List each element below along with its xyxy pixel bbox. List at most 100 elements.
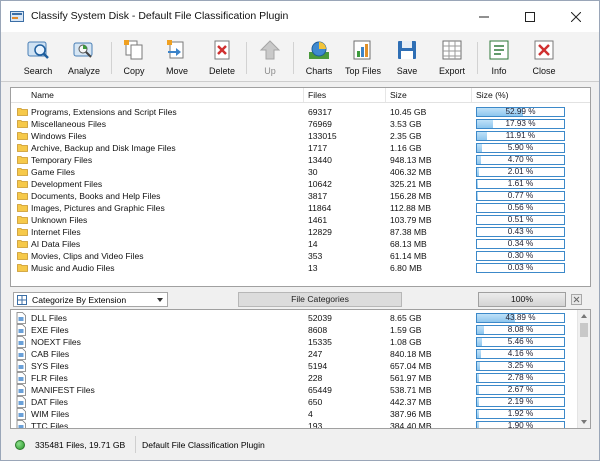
copy-button[interactable]: Copy: [120, 38, 148, 82]
close-panel-button[interactable]: [571, 294, 582, 305]
size-percent-bar: 0.30 %: [476, 251, 565, 261]
save-button[interactable]: Save: [394, 38, 420, 82]
size-percent-label: 0.30 %: [507, 251, 534, 260]
name-cell: Music and Audio Files: [31, 263, 115, 273]
files-cell: 13440: [308, 155, 332, 165]
maximize-icon: [525, 11, 535, 22]
size-cell: 840.18 MB: [390, 349, 432, 359]
category-row[interactable]: Development Files 10642 325.21 MB 1.61 %: [11, 178, 590, 190]
size-cell: 2.35 GB: [390, 131, 422, 141]
size-cell: 442.37 MB: [390, 397, 432, 407]
name-cell: SYS Files: [31, 361, 69, 371]
scroll-down-arrow-icon[interactable]: [581, 420, 587, 424]
size-percent-bar: 5.46 %: [476, 337, 565, 347]
name-cell: AI Data Files: [31, 239, 81, 249]
size-percent-label: 17.93 %: [505, 119, 536, 128]
main-window: Classify System Disk - Default File Clas…: [0, 0, 600, 461]
window-close-button[interactable]: [553, 1, 599, 32]
analyze-button[interactable]: Analyze: [65, 38, 103, 82]
folder-icon: [17, 215, 28, 224]
extension-row[interactable]: WIM Files 4 387.96 MB 1.92 %: [11, 408, 590, 420]
category-row[interactable]: Documents, Books and Help Files 3817 156.2…: [11, 190, 590, 202]
size-cell: 657.04 MB: [390, 361, 432, 371]
info-button[interactable]: Info: [486, 38, 512, 82]
scroll-up-arrow-icon[interactable]: [581, 314, 587, 318]
categories-table[interactable]: Name Files Size Size (%) Programs, Exten…: [10, 87, 591, 287]
status-bar: 335481 Files, 19.71 GB Default File Clas…: [1, 431, 599, 460]
size-cell: 3.53 GB: [390, 119, 422, 129]
extension-row[interactable]: NOEXT Files 15335 1.08 GB 5.46 %: [11, 336, 590, 348]
size-percent-bar: 0.34 %: [476, 239, 565, 249]
name-cell: Documents, Books and Help Files: [31, 191, 161, 201]
category-row[interactable]: Movies, Clips and Video Files 353 61.14 MB…: [11, 250, 590, 262]
category-row[interactable]: AI Data Files 14 68.13 MB 0.34 %: [11, 238, 590, 250]
category-row[interactable]: Music and Audio Files 13 6.80 MB 0.03 %: [11, 262, 590, 274]
size-percent-label: 0.77 %: [507, 191, 534, 200]
extension-row[interactable]: EXE Files 8608 1.59 GB 8.08 %: [11, 324, 590, 336]
name-cell: Unknown Files: [31, 215, 88, 225]
column-header-name[interactable]: Name: [31, 90, 54, 100]
category-row[interactable]: Archive, Backup and Disk Image Files 1717…: [11, 142, 590, 154]
files-cell: 1461: [308, 215, 328, 225]
size-percent-label: 52.99 %: [505, 107, 536, 116]
folder-icon: [17, 107, 28, 116]
category-row[interactable]: Programs, Extensions and Script Files 693…: [11, 106, 590, 118]
category-row[interactable]: Temporary Files 13440 948.13 MB 4.70 %: [11, 154, 590, 166]
category-row[interactable]: Images, Pictures and Graphic Files 11864 1…: [11, 202, 590, 214]
files-cell: 4: [308, 409, 313, 419]
move-button[interactable]: Move: [163, 38, 191, 82]
close-x-icon: [573, 296, 580, 303]
file-categories-button[interactable]: File Categories: [238, 292, 402, 307]
size-percent-bar: 11.91 %: [476, 131, 565, 141]
vertical-scrollbar[interactable]: [577, 310, 590, 428]
delete-button[interactable]: Delete: [207, 38, 237, 82]
size-percent-bar: 4.70 %: [476, 155, 565, 165]
category-row[interactable]: Internet Files 12829 87.38 MB 0.43 %: [11, 226, 590, 238]
save-icon: [398, 41, 416, 59]
name-cell: DLL Files: [31, 313, 67, 323]
close-button[interactable]: Close: [530, 38, 558, 82]
category-row[interactable]: Windows Files 133015 2.35 GB 11.91 %: [11, 130, 590, 142]
extensions-table[interactable]: DLL Files 52039 8.65 GB 43.89 % EXE Files 860…: [10, 309, 591, 429]
status-ok-icon: [15, 440, 25, 450]
size-percent-bar: 0.51 %: [476, 215, 565, 225]
size-percent-label: 0.03 %: [507, 263, 534, 272]
extension-row[interactable]: CAB Files 247 840.18 MB 4.16 %: [11, 348, 590, 360]
size-cell: 8.65 GB: [390, 313, 422, 323]
files-cell: 13: [308, 263, 318, 273]
export-button[interactable]: Export: [437, 38, 467, 82]
size-percent-bar: 43.89 %: [476, 313, 565, 323]
extension-row[interactable]: MANIFEST Files 65449 538.71 MB 2.67 %: [11, 384, 590, 396]
maximize-button[interactable]: [507, 1, 553, 32]
size-cell: 1.59 GB: [390, 325, 422, 335]
window-title: Classify System Disk - Default File Clas…: [31, 10, 289, 22]
extension-row[interactable]: TTC Files 193 384.40 MB 1.90 %: [11, 420, 590, 428]
category-row[interactable]: Unknown Files 1461 103.79 MB 0.51 %: [11, 214, 590, 226]
search-icon: [27, 41, 49, 59]
top-files-button[interactable]: Top Files: [345, 38, 381, 82]
size-percent-bar: 0.43 %: [476, 227, 565, 237]
files-cell: 3817: [308, 191, 328, 201]
column-header-size-pct[interactable]: Size (%): [476, 90, 508, 100]
charts-button[interactable]: Charts: [303, 38, 335, 82]
extension-row[interactable]: DLL Files 52039 8.65 GB 43.89 %: [11, 312, 590, 324]
name-cell: Development Files: [31, 179, 103, 189]
up-button[interactable]: Up: [255, 38, 285, 82]
column-header-size[interactable]: Size: [390, 90, 407, 100]
extension-row[interactable]: FLR Files 228 561.97 MB 2.78 %: [11, 372, 590, 384]
size-cell: 1.08 GB: [390, 337, 422, 347]
files-cell: 14: [308, 239, 318, 249]
extension-row[interactable]: SYS Files 5194 657.04 MB 3.25 %: [11, 360, 590, 372]
extension-row[interactable]: DAT Files 650 442.37 MB 2.19 %: [11, 396, 590, 408]
status-plugin: Default File Classification Plugin: [142, 440, 265, 450]
scroll-thumb[interactable]: [580, 323, 588, 337]
column-header-files[interactable]: Files: [308, 90, 326, 100]
category-row[interactable]: Miscellaneous Files 76969 3.53 GB 17.93 %: [11, 118, 590, 130]
size-cell: 1.16 GB: [390, 143, 422, 153]
sys-file-icon: [16, 360, 26, 372]
minimize-button[interactable]: [461, 1, 507, 32]
category-row[interactable]: Game Files 30 406.32 MB 2.01 %: [11, 166, 590, 178]
categorize-combo[interactable]: Categorize By Extension: [13, 292, 168, 307]
charts-icon: [309, 41, 329, 59]
search-button[interactable]: Search: [21, 38, 55, 82]
